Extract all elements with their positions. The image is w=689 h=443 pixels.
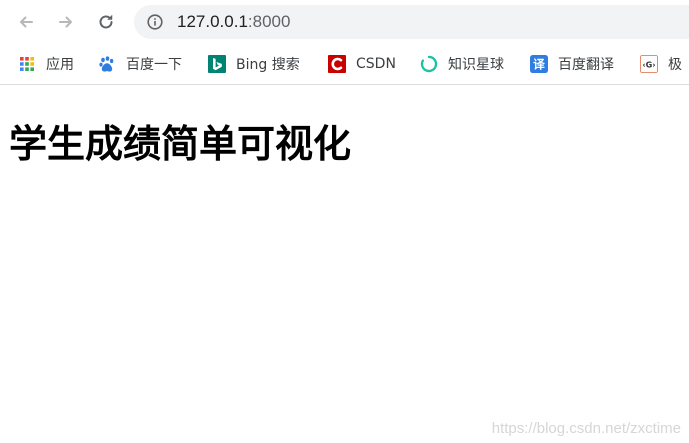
url-host: 127.0.0.1 [177, 12, 248, 31]
bookmark-baidu-translate[interactable]: 译 百度翻译 [530, 52, 614, 76]
bookmark-label: 百度翻译 [558, 57, 614, 73]
svg-text:‹G›: ‹G› [642, 60, 655, 70]
bookmark-g[interactable]: ‹G› 极 [640, 52, 682, 76]
page-title: 学生成绩简单可视化 [9, 122, 352, 166]
arrow-right-icon [59, 16, 72, 28]
svg-text:译: 译 [533, 58, 545, 72]
bookmarks-bar: 应用 百度一下 Bing 搜索 CSDN 知识星球 译 百度翻译 ‹G› 极 [0, 44, 689, 85]
bookmark-label: Bing 搜索 [236, 57, 300, 73]
bookmark-label: 知识星球 [448, 57, 504, 73]
bookmark-csdn[interactable]: CSDN [328, 52, 396, 76]
info-icon[interactable] [147, 14, 163, 30]
zsxq-icon [420, 55, 438, 73]
bookmark-label: 百度一下 [126, 57, 182, 73]
forward-button[interactable] [54, 10, 78, 34]
bookmark-apps[interactable]: 应用 [18, 52, 74, 76]
browser-toolbar: 127.0.0.1:8000 [0, 0, 689, 44]
baidu-translate-icon: 译 [530, 55, 548, 73]
bing-icon [208, 55, 226, 73]
bookmark-bing[interactable]: Bing 搜索 [208, 52, 300, 76]
arrow-left-icon [20, 16, 33, 28]
address-bar[interactable]: 127.0.0.1:8000 [134, 5, 689, 39]
baidu-paw-icon [98, 55, 116, 73]
bookmark-baidu[interactable]: 百度一下 [98, 52, 182, 76]
watermark-text: https://blog.csdn.net/zxctime [491, 420, 681, 437]
url-port: :8000 [247, 12, 291, 31]
browser-window: 127.0.0.1:8000 应用 百度一下 Bing 搜索 CSDN 知识星球… [0, 0, 689, 443]
bookmark-label: 应用 [46, 57, 74, 73]
bookmark-label: 极 [668, 57, 682, 73]
reload-icon [99, 15, 113, 29]
page-content: 学生成绩简单可视化 https://blog.csdn.net/zxctime [0, 85, 689, 443]
back-button[interactable] [14, 10, 38, 34]
reload-button[interactable] [94, 10, 118, 34]
url-text[interactable]: 127.0.0.1:8000 [177, 11, 290, 33]
apps-grid-icon [18, 55, 36, 73]
bookmark-label: CSDN [356, 56, 396, 72]
csdn-icon [328, 55, 346, 73]
g-icon: ‹G› [640, 55, 658, 73]
bookmark-zsxq[interactable]: 知识星球 [420, 52, 504, 76]
